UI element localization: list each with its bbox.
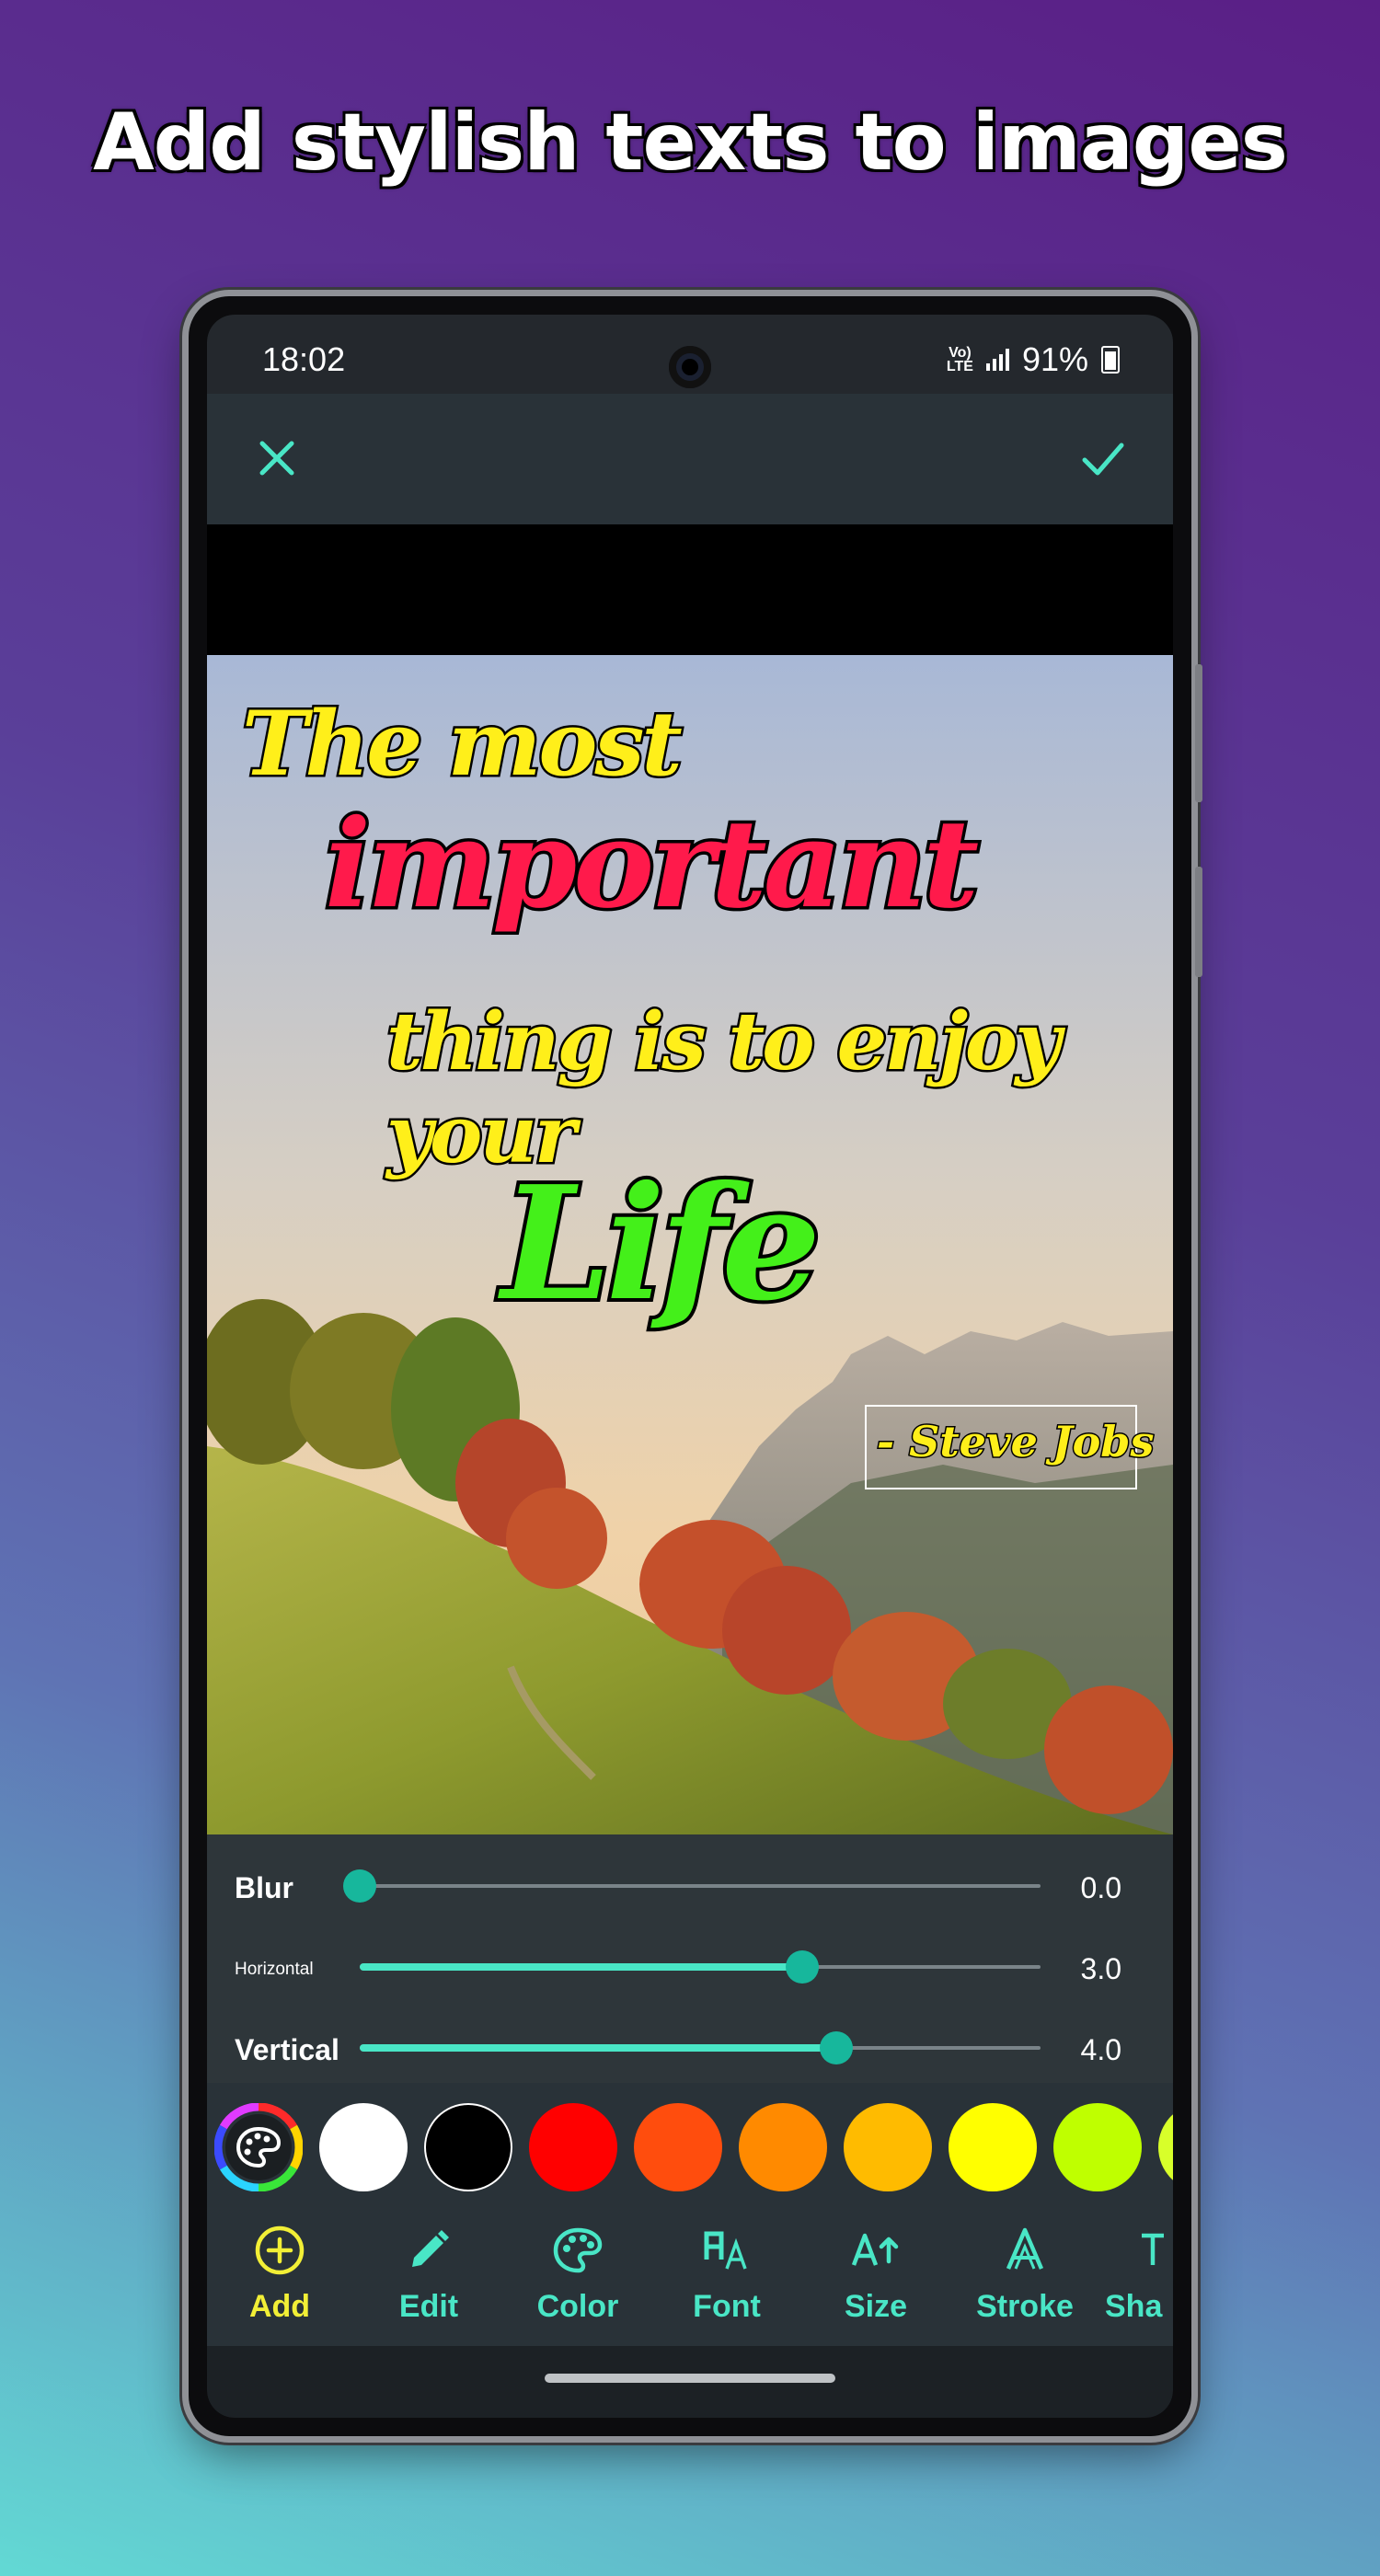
front-camera: [669, 346, 711, 388]
color-swatch-black[interactable]: [424, 2103, 512, 2191]
slider-value: 0.0: [1080, 1871, 1121, 1904]
tool-add[interactable]: Add: [211, 2223, 349, 2325]
slider-horizontal: Horizontal 3.0: [207, 1939, 1173, 1995]
color-swatch-white[interactable]: [319, 2103, 408, 2191]
slider-label: Blur: [235, 1871, 293, 1904]
battery-icon: [1101, 346, 1120, 374]
slider-thumb[interactable]: [820, 2031, 853, 2064]
volume-button: [1195, 664, 1202, 802]
slider-track[interactable]: [343, 1869, 1041, 1903]
palette-icon: [213, 2102, 304, 2192]
stroke-icon: [1006, 2227, 1044, 2270]
slider-thumb[interactable]: [786, 1950, 819, 1984]
slider-label: Horizontal: [235, 1960, 314, 1979]
battery-percent: 91%: [1021, 340, 1088, 378]
screen: 18:02 Vo) LTE 91% The most important thi…: [207, 315, 1173, 2418]
palette-icon: [553, 2227, 603, 2273]
volte-indicator: Vo) LTE: [946, 345, 973, 374]
bottom-toolbar: Add Edit Color Font Size Stroke Sha: [207, 2212, 1173, 2346]
color-swatch-yellow[interactable]: [949, 2103, 1037, 2191]
slider-thumb[interactable]: [343, 1869, 376, 1903]
color-palette: [207, 2083, 1173, 2212]
color-swatch-orange[interactable]: [739, 2103, 827, 2191]
color-swatch-lime[interactable]: [1053, 2103, 1142, 2191]
phone-frame: 18:02 Vo) LTE 91% The most important thi…: [189, 296, 1202, 2436]
tool-label: Stroke: [976, 2289, 1074, 2324]
photo-canvas[interactable]: The most important thing is to enjoy you…: [207, 655, 1173, 1834]
quote-line-4[interactable]: Life: [498, 1148, 824, 1340]
tool-label: Size: [844, 2289, 908, 2324]
quote-line-1[interactable]: The most: [240, 690, 685, 799]
canvas-letterbox: [207, 524, 1173, 655]
signal-icon: [985, 349, 1009, 371]
tool-label: Edit: [398, 2289, 459, 2324]
tool-label: Add: [248, 2289, 311, 2324]
status-icons: Vo) LTE 91%: [947, 340, 1120, 379]
status-bar: 18:02 Vo) LTE 91%: [207, 315, 1173, 394]
slider-vertical: Vertical 4.0: [207, 2020, 1173, 2076]
tool-color[interactable]: Color: [509, 2223, 647, 2325]
tool-size[interactable]: Size: [807, 2223, 945, 2325]
navigation-bar: [207, 2346, 1173, 2418]
home-handle[interactable]: [545, 2374, 835, 2383]
text-size-icon: [851, 2233, 899, 2266]
shadow-icon: [1142, 2233, 1164, 2265]
add-circle-icon: [255, 2225, 305, 2275]
status-time: 18:02: [262, 340, 346, 378]
check-icon: [1082, 443, 1124, 476]
slider-value: 3.0: [1080, 1952, 1121, 1985]
app-bar: [207, 394, 1173, 524]
tool-label: Color: [536, 2289, 619, 2324]
slider-fill: [360, 2044, 836, 2052]
promo-title: Add stylish texts to images: [93, 97, 1288, 189]
done-button[interactable]: [1075, 431, 1131, 486]
pencil-icon: [412, 2230, 449, 2267]
slider-fill: [360, 1963, 802, 1971]
tool-stroke[interactable]: Stroke: [956, 2223, 1094, 2325]
shadow-sliders-panel: Blur 0.0 Horizontal 3.0 Vertical 4.0: [207, 1834, 1173, 2083]
quote-line-2[interactable]: important: [321, 790, 982, 939]
tool-label: Sha: [1105, 2289, 1163, 2324]
slider-label: Vertical: [235, 2033, 339, 2066]
color-swatch-red-orange[interactable]: [634, 2103, 722, 2191]
slider-track[interactable]: [360, 1950, 1041, 1984]
slider-track[interactable]: [360, 2031, 1041, 2064]
color-swatch-red[interactable]: [529, 2103, 617, 2191]
tool-edit[interactable]: Edit: [360, 2223, 498, 2325]
slider-value: 4.0: [1080, 2033, 1121, 2066]
power-button: [1195, 867, 1202, 977]
color-picker-button[interactable]: [213, 2102, 304, 2192]
color-swatch-amber[interactable]: [844, 2103, 932, 2191]
close-button[interactable]: [249, 431, 305, 486]
tool-label: Font: [693, 2289, 761, 2324]
color-swatch-partial[interactable]: [1158, 2103, 1173, 2191]
tool-font[interactable]: Font: [658, 2223, 796, 2325]
font-icon: [704, 2231, 747, 2270]
slider-blur: Blur 0.0: [207, 1858, 1173, 1914]
quote-signature[interactable]: - Steve Jobs: [875, 1416, 1155, 1468]
close-icon: [259, 441, 294, 476]
tool-shadow[interactable]: Sha: [1105, 2223, 1173, 2325]
